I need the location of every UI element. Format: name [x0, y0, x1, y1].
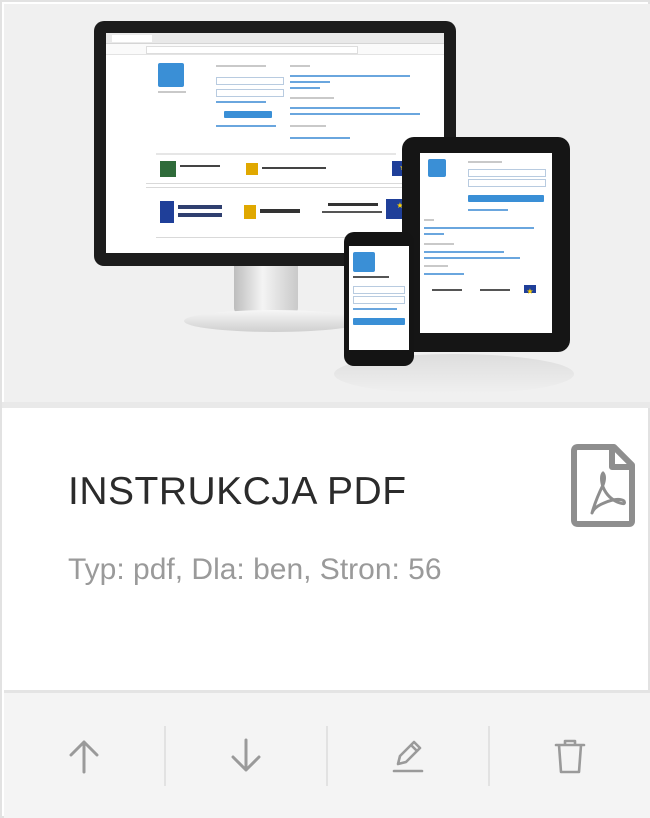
- action-bar: [4, 690, 650, 818]
- move-up-button[interactable]: [4, 726, 166, 786]
- tablet-screen: [420, 153, 552, 333]
- tablet-illustration: [402, 137, 570, 352]
- document-card: INSTRUKCJA PDF Typ: pdf, Dla: ben, Stron…: [0, 0, 650, 818]
- delete-button[interactable]: [490, 726, 650, 786]
- pdf-file-icon: [570, 443, 636, 527]
- monitor-screen: [106, 33, 444, 253]
- document-title: INSTRUKCJA PDF: [68, 470, 407, 513]
- phone-screen: [349, 246, 409, 350]
- move-down-button[interactable]: [166, 726, 328, 786]
- trash-icon: [554, 739, 586, 774]
- pencil-icon: [392, 740, 424, 773]
- edit-button[interactable]: [328, 726, 490, 786]
- arrow-up-icon: [69, 740, 99, 774]
- arrow-down-icon: [231, 738, 261, 772]
- document-meta: Typ: pdf, Dla: ben, Stron: 56: [68, 553, 442, 586]
- monitor-stand: [234, 266, 298, 314]
- monitor-base: [184, 310, 364, 332]
- document-thumbnail: [4, 4, 650, 402]
- phone-illustration: [344, 232, 414, 366]
